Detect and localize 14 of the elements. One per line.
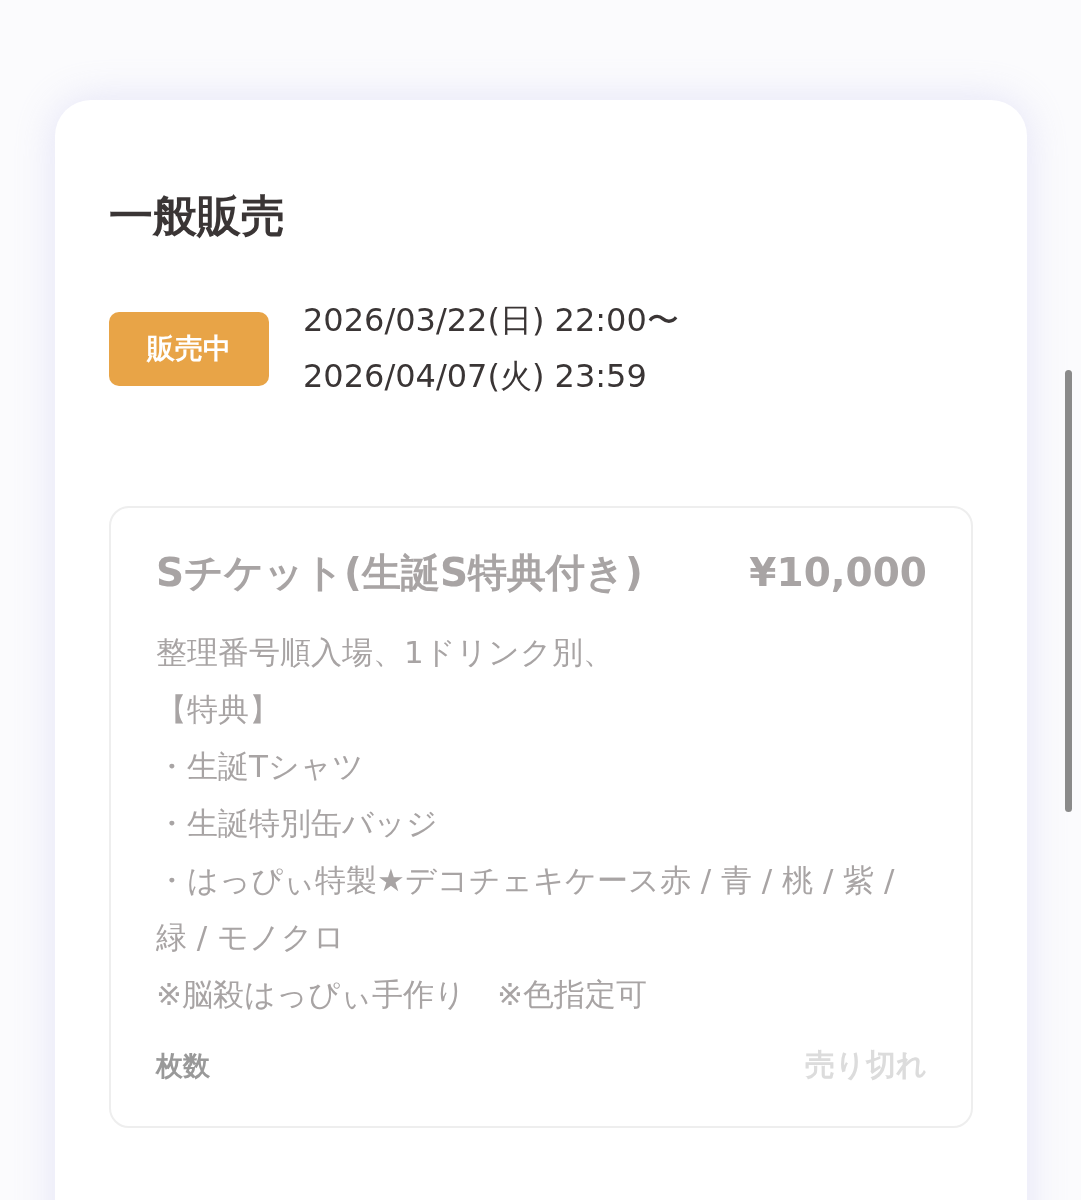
sale-period: 2026/04/07(火) 23:59 [303, 356, 648, 397]
description-line: 整理番号順入場、1ドリンク別、 [156, 633, 615, 672]
description-line: ・生誕特別缶バッジ [156, 804, 439, 843]
ticket-price: ¥10,000 [749, 550, 927, 595]
section-title: 一般販売 [109, 189, 286, 243]
status-badge: 販売中 [109, 312, 269, 386]
description-line: 【特典】 [156, 690, 281, 729]
sale-period: 2026/03/22(日) 22:00〜 [303, 300, 679, 341]
description-line: ・生誕Tシャツ [156, 747, 365, 786]
description-line: ※脳殺はっぴぃ手作り ※色指定可 [156, 975, 648, 1014]
quantity-label: 枚数 [156, 1048, 210, 1083]
description-line: ・はっぴぃ特製★デコチェキケース赤 / 青 / 桃 / 紫 / 緑 / モノクロ [156, 861, 896, 957]
ticket-name: Sチケット(生誕S特典付き) [156, 549, 643, 597]
scrollbar-thumb[interactable] [1065, 370, 1072, 812]
